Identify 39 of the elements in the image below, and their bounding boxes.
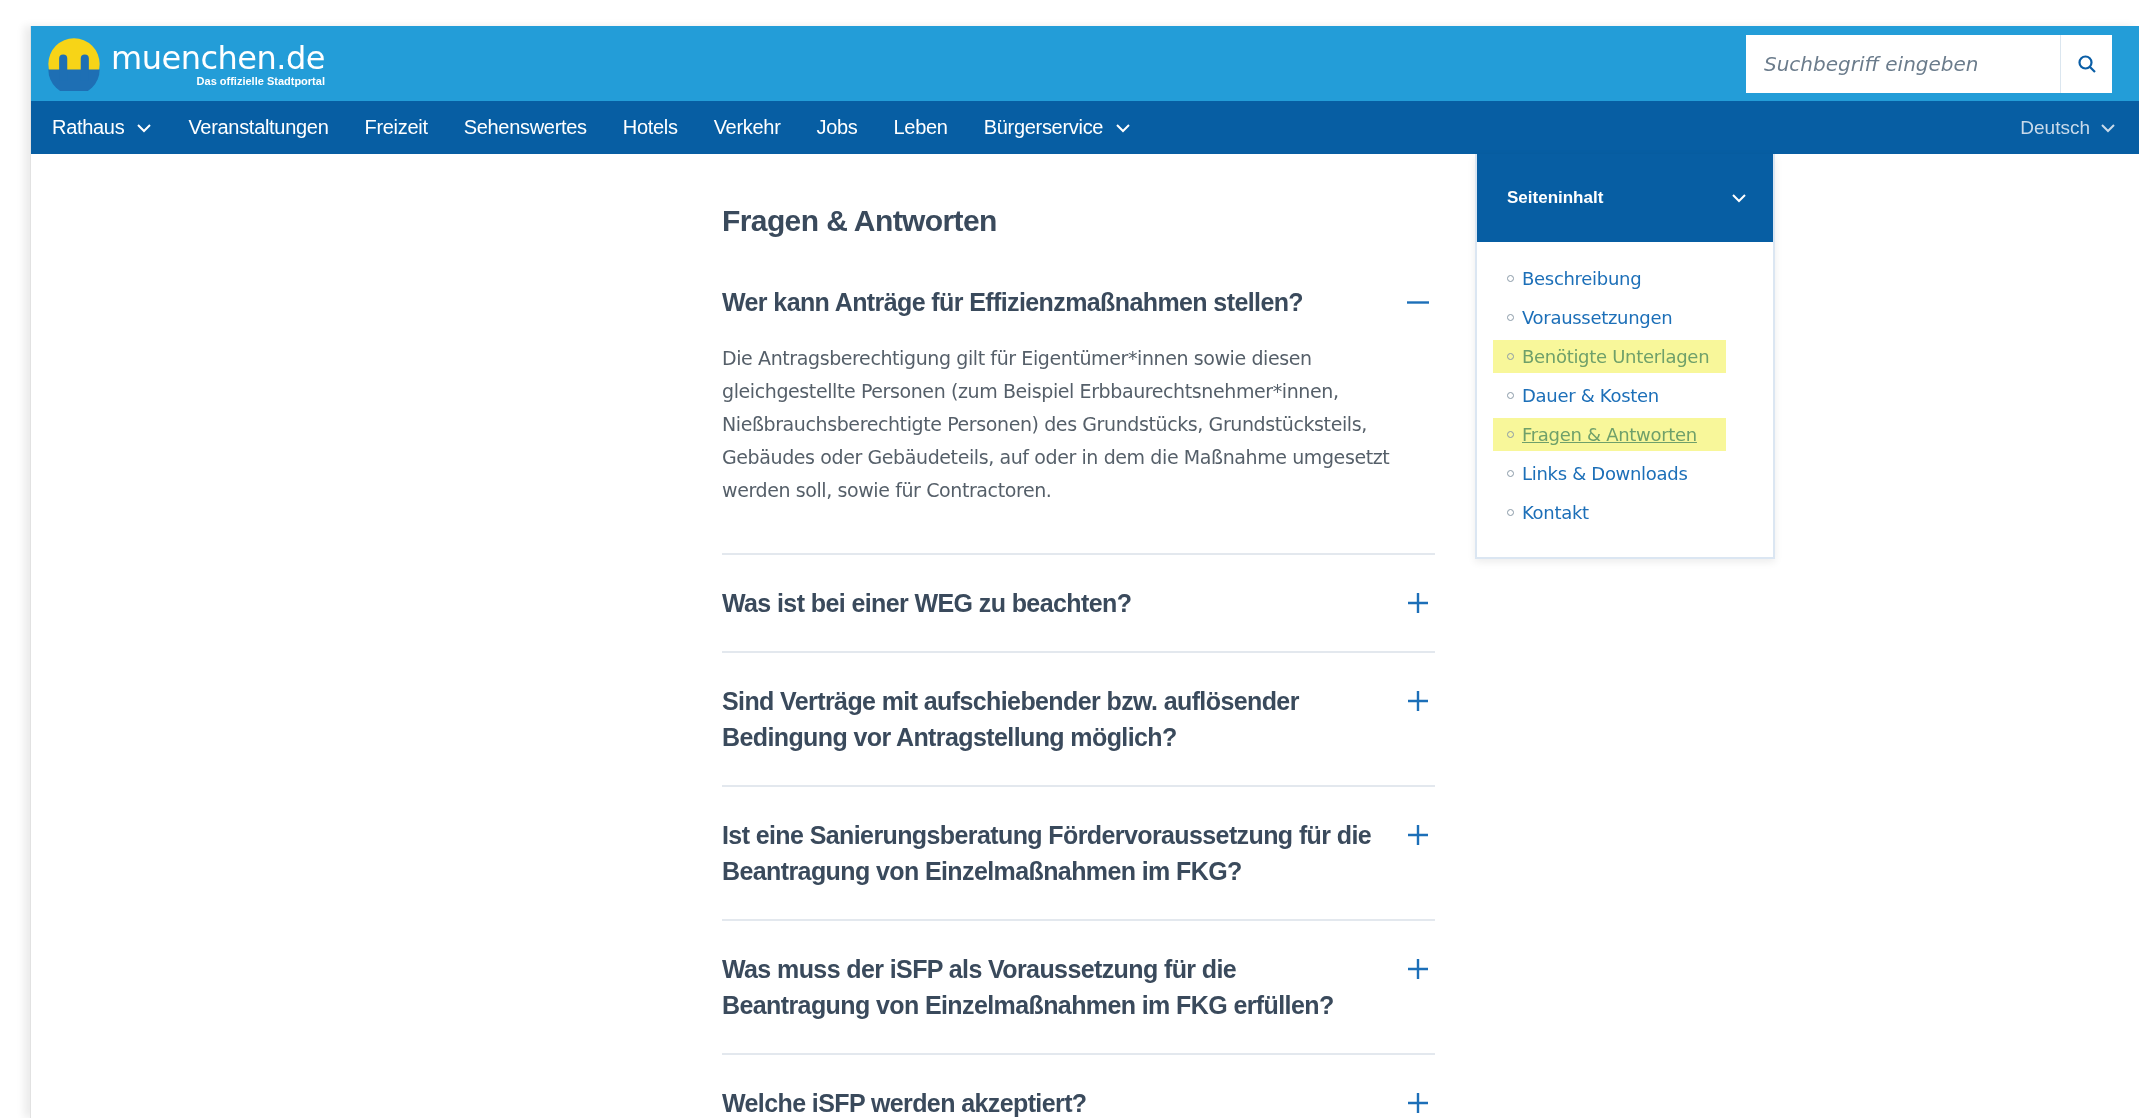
chevron-down-icon [1731, 193, 1747, 203]
nav-link[interactable]: Hotels [622, 116, 678, 139]
plus-icon [1407, 690, 1429, 712]
faq-question[interactable]: Was muss der iSFP als Voraussetzung für die Beantragung von Einzelmaßnahmen im FKG erfüllen? [722, 921, 1435, 1053]
minus-icon [1407, 301, 1429, 304]
answer-text: Die Antragsberechtigung gilt für Eigentümer*innen sowie diesen gleichgestellte Personen (zum Beispiel Erbbaurechtsnehmer*innen, Nießbrauchsberechtigte Personen) des Grundstücks, Grundstücksteils, Gebäudes oder Gebäudeteils, auf oder in dem die Maßnahme umgesetzt werden soll, sowie für Contractoren. [722, 346, 1391, 503]
search-icon [2076, 53, 2097, 74]
chevron-down-icon [1115, 122, 1132, 133]
search-field[interactable]: Suchbegriff eingeben [1746, 34, 2060, 93]
nav-link[interactable]: Freizeit [364, 116, 428, 139]
plus-icon [1407, 824, 1429, 846]
chevron-down-icon [136, 122, 153, 133]
faq-question[interactable]: Was ist bei einer WEG zu beachten? [722, 555, 1435, 651]
toc-link[interactable]: Dauer & Kosten [1522, 385, 1659, 406]
toc-link[interactable]: Voraussetzungen [1522, 307, 1673, 328]
language-selector[interactable]: Deutsch [2020, 116, 2116, 139]
logo-icon[interactable] [47, 36, 101, 91]
nav-link[interactable]: Bürgerservice [983, 116, 1132, 139]
nav-link[interactable]: Rathaus [52, 116, 153, 139]
chevron-down-icon [2100, 122, 2116, 133]
plus-icon [1407, 958, 1429, 980]
nav-link[interactable]: Jobs [816, 116, 858, 139]
faq-question[interactable]: Wer kann Anträge für Effizienzmaßnahmen stellen? [722, 278, 1435, 342]
faq-question[interactable]: Ist eine Sanierungsberatung Fördervoraussetzung für die Beantragung von Einzelmaßnahmen im FKG? [722, 787, 1435, 919]
nav-link[interactable]: Veranstaltungen [188, 116, 329, 139]
search-button[interactable] [2060, 34, 2112, 93]
toc-link[interactable]: Kontakt [1522, 502, 1589, 523]
logo-tagline: Das offizielle Stadtportal [196, 74, 325, 87]
toc-header[interactable]: Seiteninhalt [1477, 154, 1773, 242]
nav-link[interactable]: Sehenswertes [463, 116, 587, 139]
nav-link[interactable]: Leben [893, 116, 948, 139]
faq-question[interactable]: Sind Verträge mit aufschiebender bzw. auflösender Bedingung vor Antragstellung möglich? [722, 653, 1435, 785]
nav-link[interactable]: Verkehr [713, 116, 781, 139]
toc-link[interactable]: Beschreibung [1522, 268, 1642, 289]
faq-question[interactable]: Welche iSFP werden akzeptiert? [722, 1055, 1435, 1118]
plus-icon [1407, 592, 1429, 614]
section-title: Fragen & Antworten [722, 204, 998, 238]
plus-icon [1407, 1092, 1429, 1114]
toc-link[interactable]: Links & Downloads [1522, 463, 1688, 484]
